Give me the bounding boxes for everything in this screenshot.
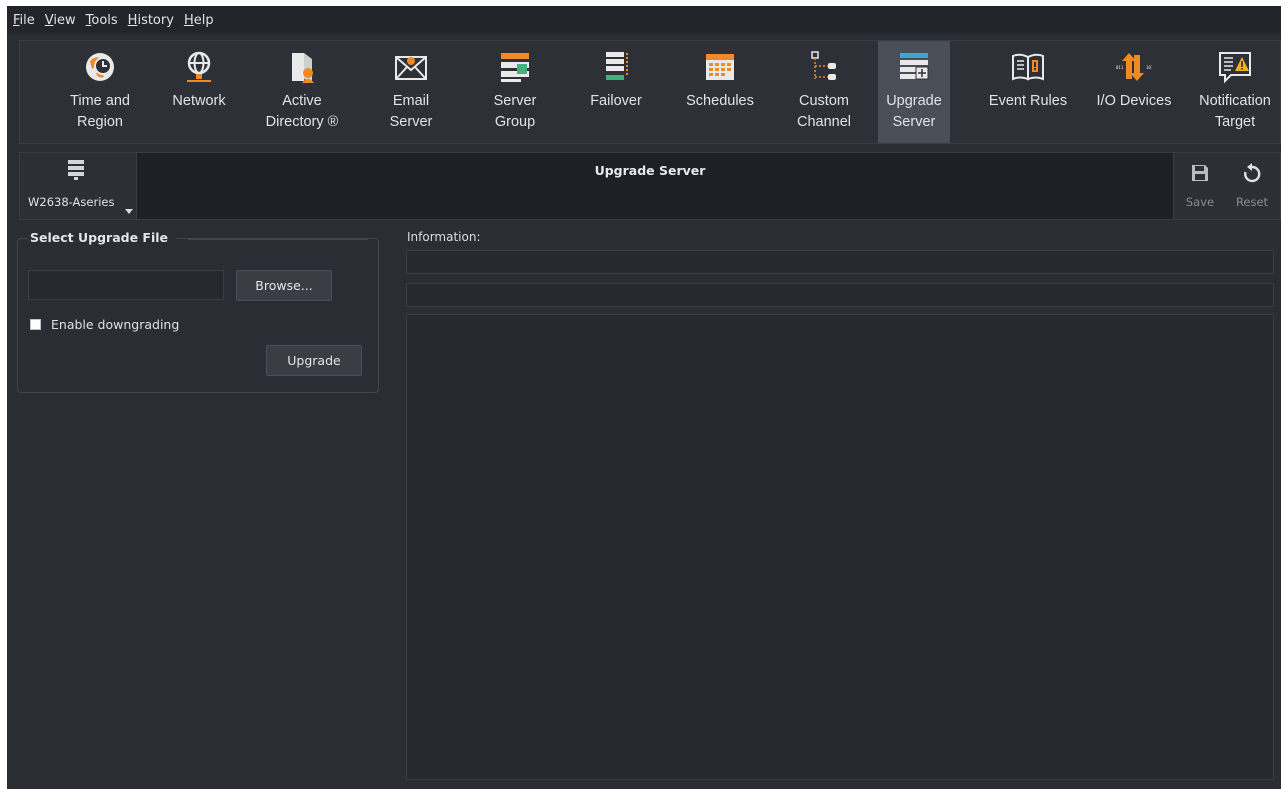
calendar-grid-icon bbox=[706, 54, 734, 80]
browse-button[interactable]: Browse... bbox=[236, 270, 332, 301]
menu-history[interactable]: History bbox=[128, 13, 174, 28]
save-disk-icon bbox=[1192, 165, 1208, 181]
tool-label: I/O Devices bbox=[1096, 93, 1172, 109]
tool-custom-channel[interactable]: Custom Channel bbox=[776, 41, 872, 143]
menu-bar: File View Tools History Help bbox=[7, 6, 1281, 34]
upgrade-server-icon bbox=[900, 53, 929, 80]
tool-io-devices[interactable]: 011 101 I/O Devices bbox=[1084, 41, 1184, 143]
group-border-line bbox=[188, 239, 368, 240]
tool-label: Email Server bbox=[389, 93, 433, 130]
settings-toolbar: Time and Region Network Active Directory… bbox=[19, 40, 1281, 144]
tool-label: Notification Target bbox=[1199, 93, 1271, 130]
select-upgrade-file-group: Select Upgrade File Browse... Enable dow… bbox=[17, 230, 379, 393]
page-title: Upgrade Server bbox=[594, 163, 706, 178]
tool-label: Active Directory ® bbox=[265, 93, 339, 130]
failover-icon bbox=[606, 52, 628, 80]
menu-tools[interactable]: Tools bbox=[86, 13, 118, 28]
tool-email-server[interactable]: Email Server bbox=[370, 41, 452, 143]
information-line-1 bbox=[406, 250, 1274, 274]
active-directory-icon bbox=[292, 53, 314, 83]
tool-label: Schedules bbox=[686, 93, 754, 109]
tool-label: Network bbox=[172, 93, 226, 109]
information-line-2 bbox=[406, 283, 1274, 307]
information-details-area[interactable] bbox=[406, 314, 1274, 780]
server-name: W2638-Aseries bbox=[28, 195, 115, 209]
tool-network[interactable]: Network bbox=[160, 41, 238, 143]
svg-text:101: 101 bbox=[1146, 65, 1152, 70]
reset-arrow-icon bbox=[1244, 163, 1261, 183]
server-group-icon bbox=[501, 53, 529, 82]
tool-schedules[interactable]: Schedules bbox=[672, 41, 768, 143]
upgrade-file-path-input[interactable] bbox=[28, 270, 224, 300]
menu-view[interactable]: View bbox=[45, 13, 76, 28]
enable-downgrading-row[interactable]: Enable downgrading bbox=[30, 317, 179, 332]
menu-file[interactable]: File bbox=[13, 13, 35, 28]
custom-channel-tree-icon bbox=[811, 51, 836, 80]
enable-downgrading-label: Enable downgrading bbox=[51, 317, 180, 332]
tool-upgrade-server[interactable]: Upgrade Server bbox=[878, 41, 950, 143]
save-button[interactable]: Save bbox=[1174, 153, 1226, 219]
application-window: File View Tools History Help Time and Re… bbox=[7, 6, 1281, 789]
io-devices-icon: 011 101 bbox=[1116, 53, 1152, 81]
event-rules-book-icon bbox=[1012, 53, 1044, 81]
tool-failover[interactable]: Failover bbox=[576, 41, 656, 143]
clock-globe-icon bbox=[86, 53, 114, 81]
header-actions: Save Reset bbox=[1173, 153, 1280, 219]
tool-label: Failover bbox=[590, 93, 642, 109]
page-header: W2638-Aseries Upgrade Server Save Reset bbox=[19, 152, 1281, 220]
menu-help[interactable]: Help bbox=[184, 13, 214, 28]
notification-target-icon bbox=[1219, 52, 1251, 84]
tool-notification-target[interactable]: Notification Target bbox=[1188, 41, 1281, 143]
tool-label: Custom Channel bbox=[796, 93, 851, 130]
group-title: Select Upgrade File bbox=[28, 230, 176, 245]
tool-label: Event Rules bbox=[988, 93, 1068, 109]
save-label: Save bbox=[1185, 195, 1215, 209]
reset-label: Reset bbox=[1235, 195, 1269, 209]
tool-label: Server Group bbox=[493, 93, 537, 130]
tool-active-directory[interactable]: Active Directory ® bbox=[252, 41, 352, 143]
tool-time-and-region[interactable]: Time and Region bbox=[50, 41, 150, 143]
network-globe-icon bbox=[187, 51, 211, 82]
email-envelope-icon bbox=[395, 56, 427, 80]
tool-label: Time and Region bbox=[70, 93, 130, 130]
chevron-down-icon bbox=[125, 209, 133, 214]
tool-event-rules[interactable]: Event Rules bbox=[978, 41, 1078, 143]
reset-button[interactable]: Reset bbox=[1226, 153, 1278, 219]
information-label: Information: bbox=[407, 230, 481, 244]
svg-text:011: 011 bbox=[1116, 65, 1124, 70]
upgrade-button[interactable]: Upgrade bbox=[266, 345, 362, 376]
tool-label: Upgrade Server bbox=[886, 93, 942, 130]
enable-downgrading-checkbox[interactable] bbox=[30, 319, 41, 330]
tool-server-group[interactable]: Server Group bbox=[470, 41, 560, 143]
